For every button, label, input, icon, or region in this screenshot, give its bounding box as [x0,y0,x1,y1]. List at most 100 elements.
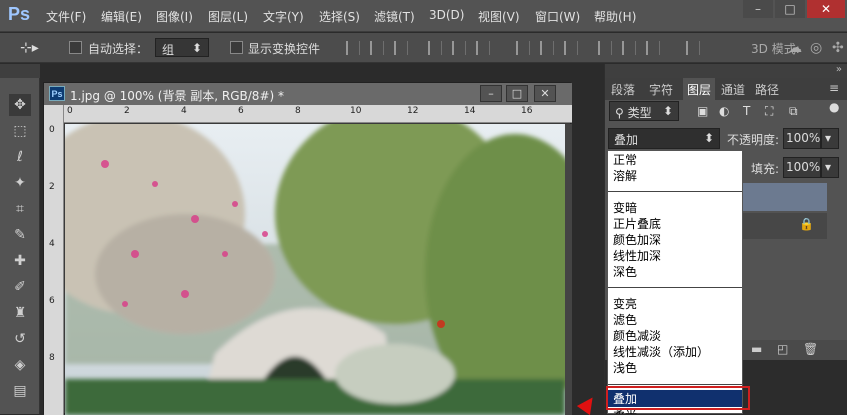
marquee-icon[interactable]: ⬚ [9,120,31,142]
tab-paths[interactable]: 路径 [755,81,779,99]
menu-help[interactable]: 帮助(H) [594,8,636,26]
shape-filter-icon[interactable]: ⛶ [765,104,779,118]
blend-option-screen[interactable]: 滤色 [613,312,637,328]
fill-input[interactable]: 100% [783,157,821,178]
3d-roll-icon[interactable]: ◎ [810,40,822,56]
tab-channels[interactable]: 通道 [721,81,745,99]
minimize-button[interactable]: – [743,0,773,18]
menu-filter[interactable]: 滤镜(T) [374,8,415,26]
distribute-top-icon[interactable] [516,41,530,55]
blend-option-color-burn[interactable]: 颜色加深 [613,232,661,248]
3d-orbit-icon[interactable]: ☁ [788,40,802,56]
menu-window[interactable]: 窗口(W) [535,8,580,26]
ruler-h-label: 8 [295,106,301,116]
doc-minimize-button[interactable]: – [480,85,502,102]
tab-layers[interactable]: 图层 [683,78,716,100]
trash-icon[interactable]: 🗑 [803,342,818,356]
clone-stamp-icon[interactable]: ♜ [9,302,31,324]
smart-object-filter-icon[interactable]: ⧉ [789,104,803,118]
move-icon[interactable]: ✥ [9,94,31,116]
menu-file[interactable]: 文件(F) [46,8,86,26]
blend-mode-dropdown[interactable]: 叠加 ⬍ [608,128,720,149]
layer-row-selected[interactable] [743,183,827,211]
tab-paragraph[interactable]: 段落 [611,81,635,99]
blend-option-darken[interactable]: 变暗 [613,200,637,216]
fill-slider-button[interactable]: ▾ [821,157,839,178]
panel-menu-icon[interactable]: ≡ [829,81,839,99]
blend-option-color-dodge[interactable]: 颜色减淡 [613,328,661,344]
gradient-icon[interactable]: ▤ [9,380,31,402]
show-transform-checkbox[interactable] [230,41,243,54]
filter-toggle-icon[interactable]: ● [829,100,843,114]
adjustment-filter-icon[interactable]: ◐ [719,104,733,118]
auto-align-icon[interactable] [686,41,700,55]
blend-option-darker-color[interactable]: 深色 [613,264,637,280]
3d-pan-icon[interactable]: ✣ [832,40,844,56]
auto-select-label: 自动选择： [88,42,149,56]
opacity-slider-button[interactable]: ▾ [821,128,839,149]
tab-character[interactable]: 字符 [649,81,673,99]
brush-icon[interactable]: ✐ [9,276,31,298]
history-brush-icon[interactable]: ↺ [9,328,31,350]
menu-edit[interactable]: 编辑(E) [101,8,142,26]
layer-row-background[interactable]: 🔒 [743,213,827,239]
close-button[interactable]: ✕ [807,0,845,18]
doc-close-button[interactable]: ✕ [534,85,556,102]
menu-layer[interactable]: 图层(L) [208,8,248,26]
auto-select-value: 组 [162,43,175,57]
distribute-left-icon[interactable] [598,41,612,55]
crop-icon[interactable]: ⌗ [9,198,31,220]
eyedropper-icon[interactable]: ✎ [9,224,31,246]
ruler-h-label: 16 [521,106,533,116]
menu-3d[interactable]: 3D(D) [429,8,464,26]
distribute-vcenter-icon[interactable] [540,41,554,55]
align-vcenter-icon[interactable] [370,41,384,55]
align-left-icon[interactable] [428,41,442,55]
distribute-hcenter-icon[interactable] [622,41,636,55]
tools-panel-header[interactable] [0,64,40,78]
ruler-h-label: 14 [464,106,476,116]
auto-select-dropdown[interactable]: 组 ⬍ [155,38,209,57]
doc-maximize-button[interactable]: □ [506,85,528,102]
filter-type-dropdown[interactable]: ⚲ 类型 ⬍ [609,101,679,121]
document-window: Ps 1.jpg @ 100% (背景 副本, RGB/8#) * – □ ✕ … [43,82,572,415]
panel-collapse-icon[interactable]: » [836,64,842,75]
new-layer-icon[interactable]: ◰ [777,342,788,356]
horizontal-ruler: 0 2 4 6 8 10 12 14 16 [64,105,572,123]
vertical-scrollbar[interactable] [565,124,572,415]
healing-brush-icon[interactable]: ✚ [9,250,31,272]
ruler-v-label: 0 [49,125,55,135]
panel-tabs: 段落 字符 图层 通道 路径 ≡ [605,78,847,100]
menu-select[interactable]: 选择(S) [319,8,360,26]
blend-option-normal[interactable]: 正常 [613,152,637,168]
document-titlebar[interactable]: Ps 1.jpg @ 100% (背景 副本, RGB/8#) * – □ ✕ [44,83,572,105]
blend-option-linear-dodge[interactable]: 线性减淡（添加） [613,344,709,360]
panel-header[interactable]: » [605,64,847,78]
blend-option-dissolve[interactable]: 溶解 [613,168,637,184]
eraser-icon[interactable]: ◈ [9,354,31,376]
move-tool-icon[interactable]: ⊹▸ [20,40,39,56]
align-hcenter-icon[interactable] [452,41,466,55]
blend-option-multiply[interactable]: 正片叠底 [613,216,661,232]
pixel-filter-icon[interactable]: ▣ [697,104,711,118]
align-right-icon[interactable] [476,41,490,55]
type-filter-icon[interactable]: T [743,104,757,118]
auto-select-checkbox[interactable] [69,41,82,54]
lasso-icon[interactable]: ℓ [9,146,31,168]
menu-type[interactable]: 文字(Y) [263,8,304,26]
maximize-button[interactable]: □ [775,0,805,18]
image-canvas[interactable] [65,124,565,415]
distribute-bottom-icon[interactable] [564,41,578,55]
lock-icon: 🔒 [799,217,814,231]
new-group-icon[interactable]: ▬ [751,342,762,356]
menu-image[interactable]: 图像(I) [156,8,193,26]
blend-option-lighten[interactable]: 变亮 [613,296,637,312]
menu-view[interactable]: 视图(V) [478,8,520,26]
magic-wand-icon[interactable]: ✦ [9,172,31,194]
align-bottom-icon[interactable] [394,41,408,55]
opacity-input[interactable]: 100% [783,128,821,149]
blend-option-lighter-color[interactable]: 浅色 [613,360,637,376]
distribute-right-icon[interactable] [646,41,660,55]
blend-option-linear-burn[interactable]: 线性加深 [613,248,661,264]
align-top-icon[interactable] [346,41,360,55]
